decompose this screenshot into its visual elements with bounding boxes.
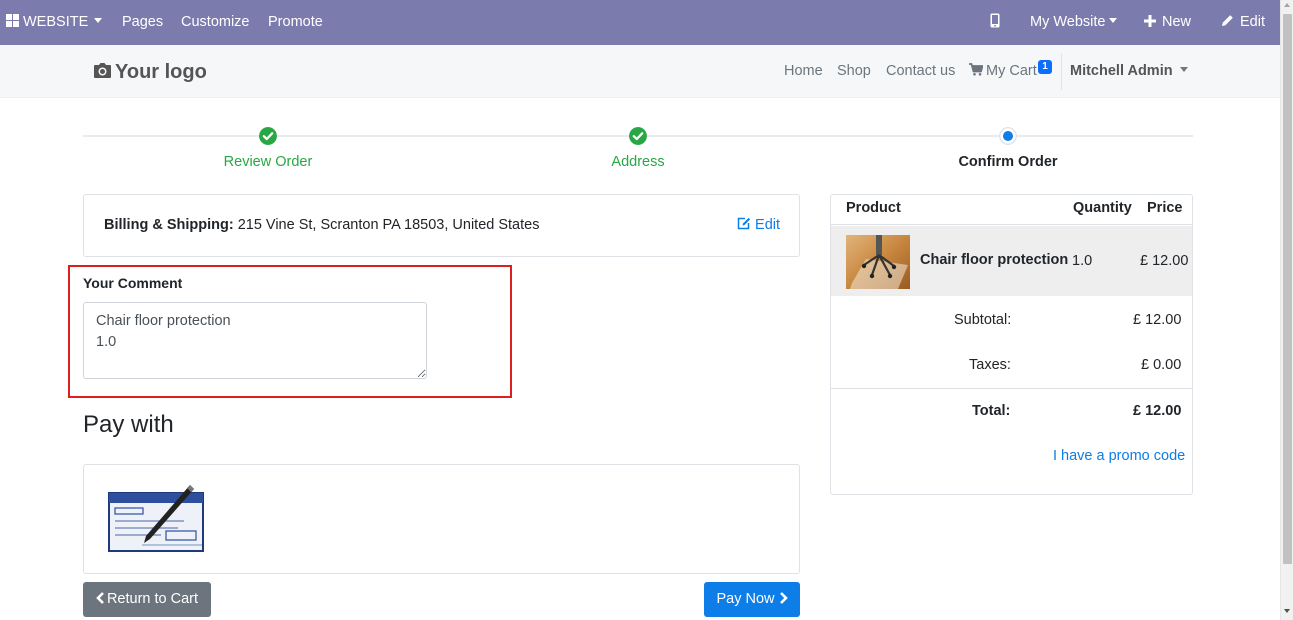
chevron-down-icon bbox=[94, 18, 103, 23]
nav-shop[interactable]: Shop bbox=[837, 45, 871, 98]
summary-header-divider bbox=[831, 224, 1192, 225]
comment-textarea[interactable]: Chair floor protection 1.0 bbox=[83, 302, 427, 379]
chevron-down-icon bbox=[1179, 67, 1188, 72]
comment-label: Your Comment bbox=[83, 275, 183, 291]
nav-contact[interactable]: Contact us bbox=[886, 45, 955, 98]
pay-now-label: Pay Now bbox=[716, 591, 775, 607]
promo-code-link[interactable]: I have a promo code bbox=[1053, 448, 1185, 464]
cart-label: My Cart bbox=[986, 63, 1037, 79]
edit-label: Edit bbox=[1240, 14, 1265, 30]
scrollbar-thumb[interactable] bbox=[1283, 14, 1292, 564]
table-row: Chair floor protection 1.0 £ 12.00 bbox=[831, 226, 1192, 296]
nav-home[interactable]: Home bbox=[784, 45, 823, 98]
my-website-menu[interactable]: My Website bbox=[1030, 0, 1118, 45]
billing-label: Billing & Shipping: bbox=[104, 217, 234, 233]
user-menu[interactable]: Mitchell Admin bbox=[1070, 45, 1188, 98]
step-address[interactable]: Address bbox=[611, 154, 664, 170]
site-header: Your logo Home Shop Contact us My Cart 1… bbox=[0, 45, 1280, 98]
edit-address-link[interactable]: Edit bbox=[737, 217, 780, 233]
pages-menu[interactable]: Pages bbox=[122, 0, 163, 45]
taxes-value: £ 0.00 bbox=[1141, 357, 1182, 373]
chevron-down-icon bbox=[1109, 18, 1118, 23]
check-circle-icon bbox=[259, 127, 277, 145]
site-logo[interactable]: Your logo bbox=[93, 61, 207, 84]
total-divider bbox=[831, 388, 1192, 389]
admin-top-bar: WEBSITE Pages Customize Promote My Websi… bbox=[0, 0, 1280, 45]
billing-address-value: 215 Vine St, Scranton PA 18503, United S… bbox=[237, 217, 540, 233]
mobile-phone-icon bbox=[990, 13, 1000, 28]
website-menu[interactable]: WEBSITE bbox=[6, 0, 103, 45]
cart-count-badge: 1 bbox=[1038, 60, 1052, 74]
customize-menu[interactable]: Customize bbox=[181, 0, 250, 45]
edit-address-label: Edit bbox=[755, 217, 781, 233]
current-step-dot-icon bbox=[999, 127, 1017, 145]
pay-now-button[interactable]: Pay Now bbox=[704, 582, 800, 617]
edit-button[interactable]: Edit bbox=[1221, 0, 1265, 45]
total-value: £ 12.00 bbox=[1133, 403, 1182, 419]
camera-icon bbox=[94, 63, 111, 78]
payment-method-card[interactable] bbox=[83, 464, 800, 574]
mobile-preview-button[interactable] bbox=[990, 0, 1000, 45]
taxes-label: Taxes: bbox=[969, 357, 1011, 373]
shopping-cart-icon bbox=[969, 63, 984, 76]
product-name[interactable]: Chair floor protection bbox=[920, 252, 1068, 268]
user-name: Mitchell Admin bbox=[1070, 63, 1173, 79]
product-thumbnail[interactable] bbox=[846, 235, 910, 289]
nav-cart[interactable]: My Cart bbox=[969, 45, 1037, 98]
subtotal-value: £ 12.00 bbox=[1133, 312, 1182, 328]
nav-divider bbox=[1061, 53, 1062, 90]
logo-text: Your logo bbox=[115, 61, 207, 83]
billing-shipping-card: Billing & Shipping: 215 Vine St, Scranto… bbox=[83, 194, 800, 257]
product-quantity: 1.0 bbox=[1072, 253, 1093, 269]
apps-grid-icon bbox=[6, 14, 19, 27]
promote-menu[interactable]: Promote bbox=[268, 0, 323, 45]
col-header-quantity: Quantity bbox=[1073, 200, 1132, 216]
check-circle-icon bbox=[629, 127, 647, 145]
billing-address: Billing & Shipping: 215 Vine St, Scranto… bbox=[104, 217, 539, 233]
col-header-product: Product bbox=[846, 200, 901, 216]
plus-icon bbox=[1144, 15, 1156, 27]
return-to-cart-button[interactable]: Return to Cart bbox=[83, 582, 211, 617]
page-scrollbar[interactable] bbox=[1280, 0, 1293, 620]
step-confirm-order: Confirm Order bbox=[958, 154, 1058, 170]
col-header-price: Price bbox=[1147, 200, 1183, 216]
step-review-order[interactable]: Review Order bbox=[224, 154, 313, 170]
product-price: £ 12.00 bbox=[1140, 253, 1189, 269]
subtotal-label: Subtotal: bbox=[954, 312, 1012, 328]
total-label: Total: bbox=[972, 403, 1011, 419]
chevron-right-icon bbox=[779, 592, 788, 604]
new-button[interactable]: New bbox=[1144, 0, 1191, 45]
check-payment-icon bbox=[108, 485, 204, 552]
pay-with-title: Pay with bbox=[83, 411, 174, 438]
website-menu-label: WEBSITE bbox=[23, 14, 89, 30]
my-website-label: My Website bbox=[1030, 14, 1106, 30]
return-to-cart-label: Return to Cart bbox=[106, 591, 199, 607]
new-label: New bbox=[1162, 14, 1192, 30]
scroll-up-arrow-icon[interactable] bbox=[1284, 3, 1290, 7]
edit-square-icon bbox=[737, 217, 751, 230]
chevron-left-icon bbox=[96, 592, 104, 604]
scroll-down-arrow-icon[interactable] bbox=[1284, 609, 1290, 613]
pencil-icon bbox=[1222, 15, 1233, 26]
